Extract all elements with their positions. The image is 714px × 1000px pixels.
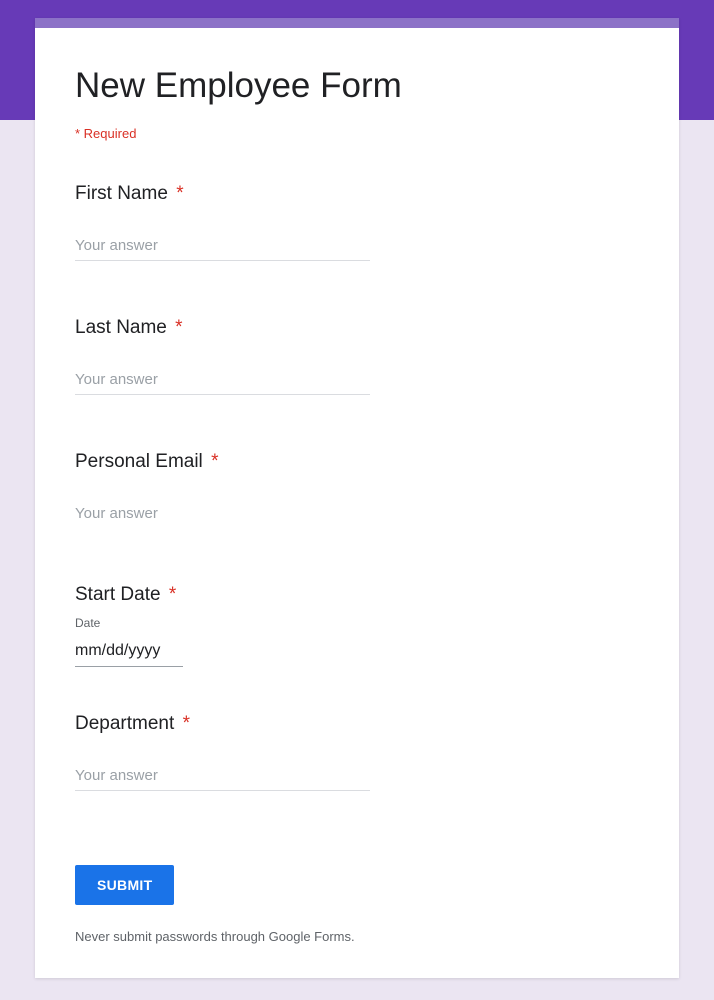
first-name-label: First Name *: [75, 183, 639, 205]
start-date-label-text: Start Date: [75, 584, 161, 605]
last-name-input[interactable]: [75, 369, 370, 395]
field-start-date: Start Date * Date: [75, 584, 639, 667]
form-title: New Employee Form: [75, 66, 639, 106]
form-card: New Employee Form * Required First Name …: [35, 18, 679, 978]
field-first-name: First Name *: [75, 183, 639, 261]
required-asterisk: *: [175, 317, 182, 338]
department-label-text: Department: [75, 713, 174, 734]
field-last-name: Last Name *: [75, 317, 639, 395]
first-name-label-text: First Name: [75, 183, 168, 204]
required-note: * Required: [75, 126, 639, 141]
department-input[interactable]: [75, 765, 370, 791]
department-label: Department *: [75, 713, 639, 735]
field-personal-email: Personal Email *: [75, 451, 639, 528]
required-asterisk: *: [211, 451, 218, 472]
field-department: Department *: [75, 713, 639, 791]
start-date-label: Start Date *: [75, 584, 639, 606]
last-name-label: Last Name *: [75, 317, 639, 339]
first-name-input[interactable]: [75, 235, 370, 261]
last-name-label-text: Last Name: [75, 317, 167, 338]
disclaimer-text: Never submit passwords through Google Fo…: [75, 929, 639, 944]
start-date-input[interactable]: [75, 640, 183, 667]
required-asterisk: *: [169, 584, 176, 605]
required-asterisk: *: [183, 713, 190, 734]
personal-email-label-text: Personal Email: [75, 451, 203, 472]
personal-email-label: Personal Email *: [75, 451, 639, 473]
required-asterisk: *: [176, 183, 183, 204]
personal-email-input[interactable]: [75, 503, 370, 528]
submit-button[interactable]: SUBMIT: [75, 865, 174, 905]
start-date-sublabel: Date: [75, 616, 639, 630]
